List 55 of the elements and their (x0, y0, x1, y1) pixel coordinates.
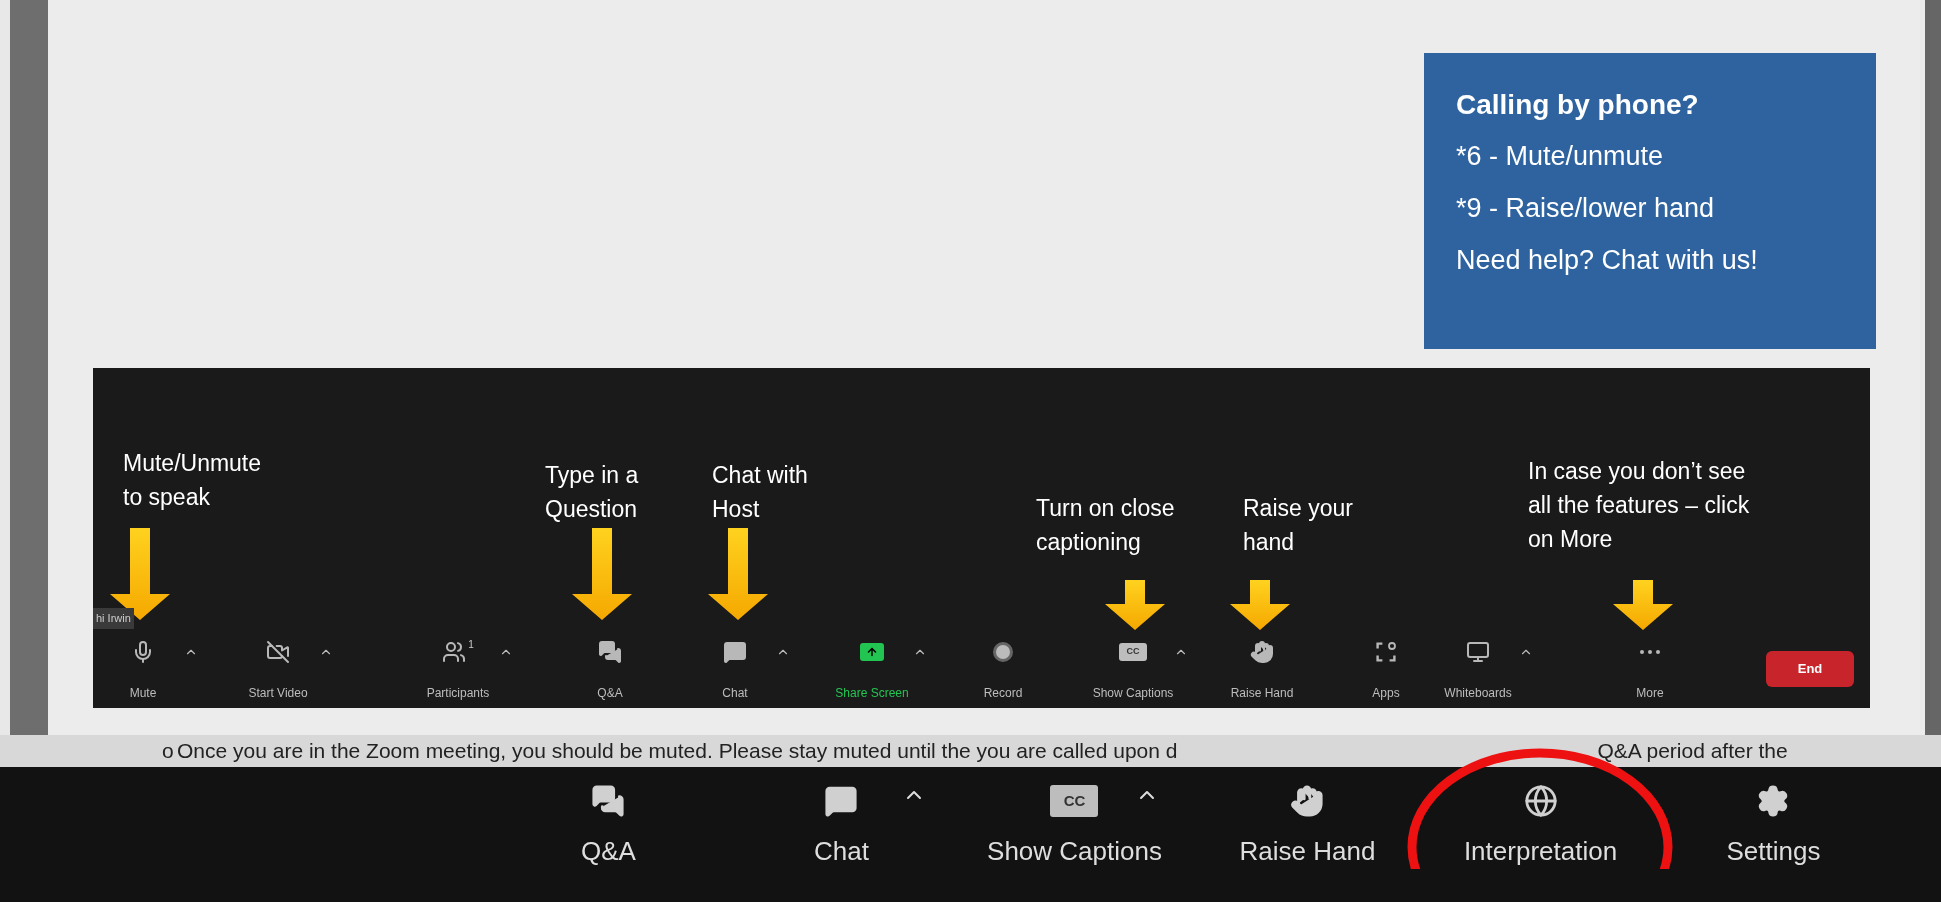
participant-count: 1 (468, 640, 474, 650)
toolbar-button[interactable]: CC Show Captions (1073, 638, 1193, 702)
toolbar-button[interactable]: Mute (83, 638, 203, 702)
card-line: Need help? Chat with us! (1456, 243, 1759, 277)
toolbar-button[interactable]: Share Screen (812, 638, 932, 702)
annotation-text: Turn on close captioning (1036, 494, 1176, 557)
toolbar-button[interactable]: Interpretation (1457, 779, 1624, 879)
captions-icon: CC (1050, 785, 1099, 817)
bullet-text: Once you are in the Zoom meeting, you should be muted. Please stay muted until the you are called upon d (177, 738, 1178, 765)
people-icon (442, 640, 467, 664)
name-tag: hi Irwin (93, 608, 134, 629)
bullet-marker: o (162, 738, 175, 765)
annotation-text: In case you don’t see all the features – click on More (1528, 457, 1751, 554)
toolbar-button[interactable]: Raise Hand (1202, 638, 1322, 702)
share-screen-icon (860, 643, 884, 661)
card-line: *9 - Raise/lower hand (1456, 191, 1716, 225)
end-button[interactable]: End (1766, 651, 1854, 687)
down-arrow-icon (572, 528, 632, 620)
toolbar-button[interactable]: Chat (675, 638, 795, 702)
whiteboard-icon (1466, 640, 1490, 664)
record-icon (993, 642, 1013, 662)
toolbar-button[interactable]: Whiteboards (1418, 638, 1538, 702)
globe-icon (1523, 784, 1558, 818)
more-icon (1640, 650, 1660, 654)
apps-icon (1374, 640, 1398, 664)
down-arrow-icon (110, 528, 170, 620)
down-arrow-icon (1105, 580, 1165, 630)
annotation-text: Mute/Unmute to speak (123, 449, 263, 512)
hand-icon (1250, 640, 1274, 664)
down-arrow-icon (1230, 580, 1290, 630)
chat-bubble-icon (723, 640, 747, 664)
toolbar-button[interactable]: Q&A (575, 779, 642, 879)
hand-icon (1290, 784, 1325, 818)
toolbar-button[interactable]: Start Video (218, 638, 338, 702)
captions-icon: CC (1119, 643, 1147, 661)
chat-bubbles-icon (591, 784, 626, 818)
card-title: Calling by phone? (1456, 88, 1700, 122)
toolbar-button[interactable]: 1 Participants (398, 638, 518, 702)
annotation-text: Raise your hand (1243, 494, 1354, 557)
video-off-icon (266, 640, 290, 664)
toolbar-button[interactable]: Settings (1720, 779, 1827, 879)
chat-bubbles-icon (598, 640, 622, 664)
toolbar-button[interactable]: Q&A (550, 638, 670, 702)
toolbar-button[interactable]: More (1590, 638, 1710, 702)
annotation-text: Chat with Host (712, 461, 809, 524)
toolbar-button[interactable]: Record (943, 638, 1063, 702)
bullet-text: Q&A period after the (1597, 738, 1788, 765)
card-line: *6 - Mute/unmute (1456, 140, 1665, 173)
toolbar-button[interactable]: CC Show Captions (981, 779, 1168, 879)
annotation-text: Type in a Question (545, 461, 640, 524)
down-arrow-icon (708, 528, 768, 620)
down-arrow-icon (1613, 580, 1673, 630)
chat-bubble-icon (824, 784, 859, 818)
toolbar-button[interactable]: Raise Hand (1233, 779, 1382, 879)
toolbar-button[interactable]: Chat (808, 779, 875, 879)
